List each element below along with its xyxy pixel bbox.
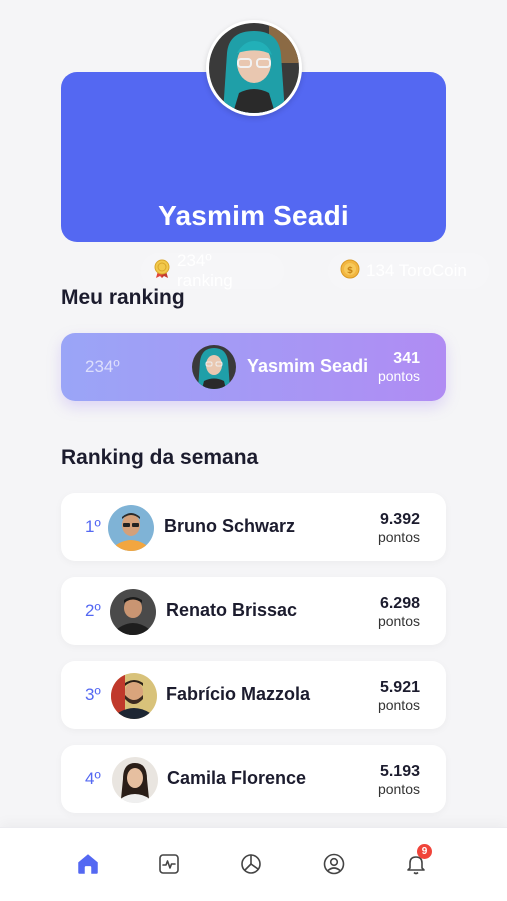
points-value: 5.193 xyxy=(379,763,420,780)
my-ranking-card[interactable]: 234º Yasmim Seadi 341 pontos xyxy=(61,333,446,401)
points-value: 9.392 xyxy=(379,511,420,528)
coin-text: 134 ToroCoin xyxy=(366,261,467,280)
points-label: pontos xyxy=(377,368,420,384)
weekly-ranking-title: Ranking da semana xyxy=(61,446,259,469)
avatar xyxy=(108,505,154,551)
rank-name: Renato Brissac xyxy=(166,600,298,620)
rank-position: 1º xyxy=(85,517,101,536)
points-label: pontos xyxy=(377,697,420,713)
my-ranking-name: Yasmim Seadi xyxy=(247,356,369,376)
coin-icon: $ xyxy=(340,259,360,284)
chart-icon[interactable] xyxy=(237,850,265,878)
activity-icon[interactable] xyxy=(155,850,183,878)
ranking-row[interactable]: 3º Fabrício Mazzola 5.921 pontos xyxy=(61,661,446,729)
ranking-text: 234º ranking xyxy=(177,251,233,290)
ranking-pill[interactable]: 234º ranking xyxy=(141,251,284,290)
my-ranking-title: Meu ranking xyxy=(61,286,185,309)
avatar xyxy=(110,589,156,635)
my-ranking-position: 234º xyxy=(85,357,120,376)
rank-position: 2º xyxy=(85,601,101,620)
ranking-row[interactable]: 2º Renato Brissac 6.298 pontos xyxy=(61,577,446,645)
bottom-nav: 9 xyxy=(0,827,507,901)
rank-points: 9.392 pontos xyxy=(378,511,420,545)
profile-avatar[interactable] xyxy=(206,20,302,116)
ranking-row[interactable]: 1º Bruno Schwarz 9.392 pontos xyxy=(61,493,446,561)
profile-icon[interactable] xyxy=(320,850,348,878)
avatar xyxy=(112,757,158,803)
points-label: pontos xyxy=(377,529,420,545)
rank-points: 6.298 pontos xyxy=(378,595,420,629)
points-value: 6.298 xyxy=(379,595,420,612)
bell-icon[interactable]: 9 xyxy=(402,844,432,878)
points-value: 341 xyxy=(393,350,420,367)
points-label: pontos xyxy=(377,613,420,629)
rank-position: 3º xyxy=(85,685,101,704)
points-label: pontos xyxy=(377,781,420,797)
rank-name: Bruno Schwarz xyxy=(164,516,296,536)
avatar-photo xyxy=(209,23,299,113)
rank-name: Fabrício Mazzola xyxy=(166,684,311,704)
ranking-row[interactable]: 4º Camila Florence 5.193 pontos xyxy=(61,745,446,813)
rank-position: 4º xyxy=(85,769,101,788)
points-value: 5.921 xyxy=(379,679,420,696)
home-icon[interactable] xyxy=(74,850,102,878)
medal-icon xyxy=(153,259,171,284)
rank-points: 5.921 pontos xyxy=(378,679,420,713)
coin-pill[interactable]: $ 134 ToroCoin xyxy=(328,253,489,289)
profile-name: Yasmim Seadi xyxy=(158,200,349,231)
rank-name: Camila Florence xyxy=(167,768,307,788)
avatar xyxy=(111,673,157,719)
notification-badge: 9 xyxy=(417,844,432,859)
my-ranking-points: 341 pontos xyxy=(378,350,420,384)
avatar xyxy=(192,345,236,389)
rank-points: 5.193 pontos xyxy=(378,763,420,797)
svg-text:$: $ xyxy=(347,266,353,276)
